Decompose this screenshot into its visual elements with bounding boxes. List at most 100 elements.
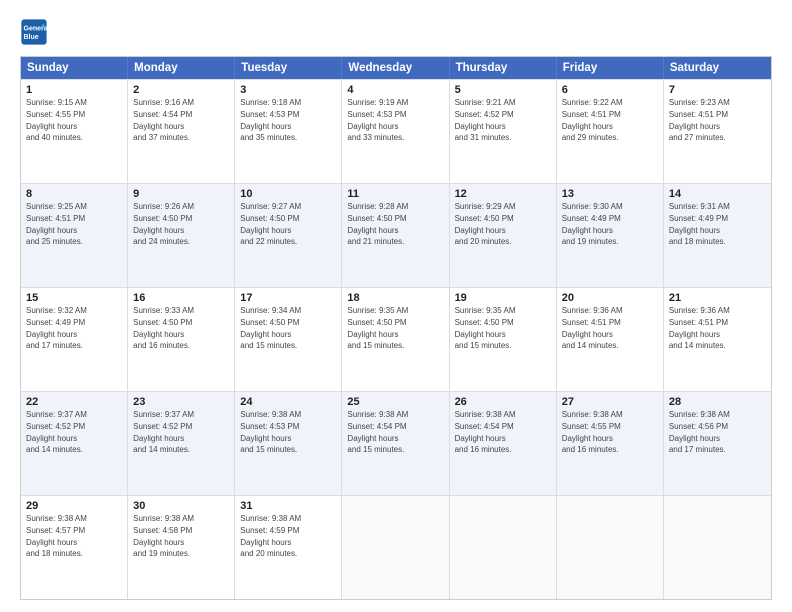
logo: General Blue bbox=[20, 18, 48, 46]
day-number: 6 bbox=[562, 84, 658, 96]
day-number: 15 bbox=[26, 292, 122, 304]
cell-info: Sunrise: 9:38 AMSunset: 4:54 PMDaylight … bbox=[347, 410, 408, 454]
calendar-row: 1 Sunrise: 9:15 AMSunset: 4:55 PMDaylight… bbox=[21, 79, 771, 183]
table-row: 27Sunrise: 9:38 AMSunset: 4:55 PMDayligh… bbox=[557, 392, 664, 495]
calendar-row: 8 Sunrise: 9:25 AMSunset: 4:51 PMDaylight… bbox=[21, 183, 771, 287]
day-number: 5 bbox=[455, 84, 551, 96]
table-row: 18Sunrise: 9:35 AMSunset: 4:50 PMDayligh… bbox=[342, 288, 449, 391]
table-row bbox=[557, 496, 664, 599]
table-row bbox=[664, 496, 771, 599]
cell-info: Sunrise: 9:31 AMSunset: 4:49 PMDaylight … bbox=[669, 202, 730, 246]
table-row: 30 Sunrise: 9:38 AMSunset: 4:58 PMDayligh… bbox=[128, 496, 235, 599]
table-row: 16 Sunrise: 9:33 AMSunset: 4:50 PMDayligh… bbox=[128, 288, 235, 391]
table-row: 5 Sunrise: 9:21 AMSunset: 4:52 PMDaylight… bbox=[450, 80, 557, 183]
day-number: 30 bbox=[133, 500, 229, 512]
cell-info: Sunrise: 9:33 AMSunset: 4:50 PMDaylight … bbox=[133, 306, 194, 350]
cell-info: Sunrise: 9:29 AMSunset: 4:50 PMDaylight … bbox=[455, 202, 516, 246]
day-number: 23 bbox=[133, 396, 229, 408]
day-number: 28 bbox=[669, 396, 766, 408]
cell-info: Sunrise: 9:16 AMSunset: 4:54 PMDaylight … bbox=[133, 98, 194, 142]
cell-info: Sunrise: 9:38 AMSunset: 4:53 PMDaylight … bbox=[240, 410, 301, 454]
calendar-row: 29 Sunrise: 9:38 AMSunset: 4:57 PMDayligh… bbox=[21, 495, 771, 599]
cell-info: Sunrise: 9:38 AMSunset: 4:59 PMDaylight … bbox=[240, 514, 301, 558]
cell-info: Sunrise: 9:38 AMSunset: 4:58 PMDaylight … bbox=[133, 514, 194, 558]
day-number: 31 bbox=[240, 500, 336, 512]
table-row: 14 Sunrise: 9:31 AMSunset: 4:49 PMDayligh… bbox=[664, 184, 771, 287]
cell-info: Sunrise: 9:37 AMSunset: 4:52 PMDaylight … bbox=[26, 410, 87, 454]
table-row: 21Sunrise: 9:36 AMSunset: 4:51 PMDayligh… bbox=[664, 288, 771, 391]
day-number: 22 bbox=[26, 396, 122, 408]
day-number: 12 bbox=[455, 188, 551, 200]
calendar-header-cell: Friday bbox=[557, 57, 664, 79]
cell-info: Sunrise: 9:22 AMSunset: 4:51 PMDaylight … bbox=[562, 98, 623, 142]
table-row: 2 Sunrise: 9:16 AMSunset: 4:54 PMDaylight… bbox=[128, 80, 235, 183]
cell-info: Sunrise: 9:18 AMSunset: 4:53 PMDaylight … bbox=[240, 98, 301, 142]
cell-info: Sunrise: 9:26 AMSunset: 4:50 PMDaylight … bbox=[133, 202, 194, 246]
calendar-header: SundayMondayTuesdayWednesdayThursdayFrid… bbox=[21, 57, 771, 79]
day-number: 19 bbox=[455, 292, 551, 304]
table-row: 12 Sunrise: 9:29 AMSunset: 4:50 PMDayligh… bbox=[450, 184, 557, 287]
day-number: 8 bbox=[26, 188, 122, 200]
table-row: 3Sunrise: 9:18 AMSunset: 4:53 PMDaylight… bbox=[235, 80, 342, 183]
cell-info: Sunrise: 9:21 AMSunset: 4:52 PMDaylight … bbox=[455, 98, 516, 142]
cell-info: Sunrise: 9:25 AMSunset: 4:51 PMDaylight … bbox=[26, 202, 87, 246]
table-row: 9 Sunrise: 9:26 AMSunset: 4:50 PMDaylight… bbox=[128, 184, 235, 287]
day-number: 1 bbox=[26, 84, 122, 96]
calendar-row: 15 Sunrise: 9:32 AMSunset: 4:49 PMDayligh… bbox=[21, 287, 771, 391]
cell-info: Sunrise: 9:38 AMSunset: 4:54 PMDaylight … bbox=[455, 410, 516, 454]
day-number: 11 bbox=[347, 188, 443, 200]
table-row: 25 Sunrise: 9:38 AMSunset: 4:54 PMDayligh… bbox=[342, 392, 449, 495]
cell-info: Sunrise: 9:27 AMSunset: 4:50 PMDaylight … bbox=[240, 202, 301, 246]
table-row: 24 Sunrise: 9:38 AMSunset: 4:53 PMDayligh… bbox=[235, 392, 342, 495]
table-row: 22 Sunrise: 9:37 AMSunset: 4:52 PMDayligh… bbox=[21, 392, 128, 495]
day-number: 9 bbox=[133, 188, 229, 200]
cell-info: Sunrise: 9:28 AMSunset: 4:50 PMDaylight … bbox=[347, 202, 408, 246]
day-number: 29 bbox=[26, 500, 122, 512]
cell-info: Sunrise: 9:38 AMSunset: 4:56 PMDaylight … bbox=[669, 410, 730, 454]
day-number: 26 bbox=[455, 396, 551, 408]
cell-info: Sunrise: 9:38 AMSunset: 4:55 PMDaylight … bbox=[562, 410, 623, 454]
cell-info: Sunrise: 9:34 AMSunset: 4:50 PMDaylight … bbox=[240, 306, 301, 350]
day-number: 16 bbox=[133, 292, 229, 304]
day-number: 10 bbox=[240, 188, 336, 200]
calendar-header-cell: Tuesday bbox=[235, 57, 342, 79]
table-row: 31 Sunrise: 9:38 AMSunset: 4:59 PMDayligh… bbox=[235, 496, 342, 599]
cell-info: Sunrise: 9:23 AMSunset: 4:51 PMDaylight … bbox=[669, 98, 730, 142]
day-number: 2 bbox=[133, 84, 229, 96]
table-row: 28 Sunrise: 9:38 AMSunset: 4:56 PMDayligh… bbox=[664, 392, 771, 495]
table-row bbox=[450, 496, 557, 599]
table-row: 8 Sunrise: 9:25 AMSunset: 4:51 PMDaylight… bbox=[21, 184, 128, 287]
page: General Blue SundayMondayTuesdayWednesda… bbox=[0, 0, 792, 612]
cell-info: Sunrise: 9:38 AMSunset: 4:57 PMDaylight … bbox=[26, 514, 87, 558]
cell-info: Sunrise: 9:36 AMSunset: 4:51 PMDaylight … bbox=[669, 306, 730, 350]
header: General Blue bbox=[20, 18, 772, 46]
table-row: 29 Sunrise: 9:38 AMSunset: 4:57 PMDayligh… bbox=[21, 496, 128, 599]
calendar-header-cell: Thursday bbox=[450, 57, 557, 79]
table-row: 11 Sunrise: 9:28 AMSunset: 4:50 PMDayligh… bbox=[342, 184, 449, 287]
table-row: 10 Sunrise: 9:27 AMSunset: 4:50 PMDayligh… bbox=[235, 184, 342, 287]
day-number: 14 bbox=[669, 188, 766, 200]
calendar: SundayMondayTuesdayWednesdayThursdayFrid… bbox=[20, 56, 772, 600]
cell-info: Sunrise: 9:35 AMSunset: 4:50 PMDaylight … bbox=[455, 306, 516, 350]
table-row: 7 Sunrise: 9:23 AMSunset: 4:51 PMDaylight… bbox=[664, 80, 771, 183]
cell-info: Sunrise: 9:19 AMSunset: 4:53 PMDaylight … bbox=[347, 98, 408, 142]
day-number: 25 bbox=[347, 396, 443, 408]
calendar-row: 22 Sunrise: 9:37 AMSunset: 4:52 PMDayligh… bbox=[21, 391, 771, 495]
cell-info: Sunrise: 9:37 AMSunset: 4:52 PMDaylight … bbox=[133, 410, 194, 454]
table-row: 13Sunrise: 9:30 AMSunset: 4:49 PMDayligh… bbox=[557, 184, 664, 287]
calendar-header-cell: Saturday bbox=[664, 57, 771, 79]
table-row: 6 Sunrise: 9:22 AMSunset: 4:51 PMDaylight… bbox=[557, 80, 664, 183]
day-number: 20 bbox=[562, 292, 658, 304]
day-number: 7 bbox=[669, 84, 766, 96]
table-row: 1 Sunrise: 9:15 AMSunset: 4:55 PMDaylight… bbox=[21, 80, 128, 183]
cell-info: Sunrise: 9:32 AMSunset: 4:49 PMDaylight … bbox=[26, 306, 87, 350]
day-number: 17 bbox=[240, 292, 336, 304]
calendar-body: 1 Sunrise: 9:15 AMSunset: 4:55 PMDaylight… bbox=[21, 79, 771, 599]
cell-info: Sunrise: 9:15 AMSunset: 4:55 PMDaylight … bbox=[26, 98, 87, 142]
logo-icon: General Blue bbox=[20, 18, 48, 46]
table-row: 20 Sunrise: 9:36 AMSunset: 4:51 PMDayligh… bbox=[557, 288, 664, 391]
cell-info: Sunrise: 9:36 AMSunset: 4:51 PMDaylight … bbox=[562, 306, 623, 350]
calendar-header-cell: Wednesday bbox=[342, 57, 449, 79]
day-number: 4 bbox=[347, 84, 443, 96]
day-number: 24 bbox=[240, 396, 336, 408]
